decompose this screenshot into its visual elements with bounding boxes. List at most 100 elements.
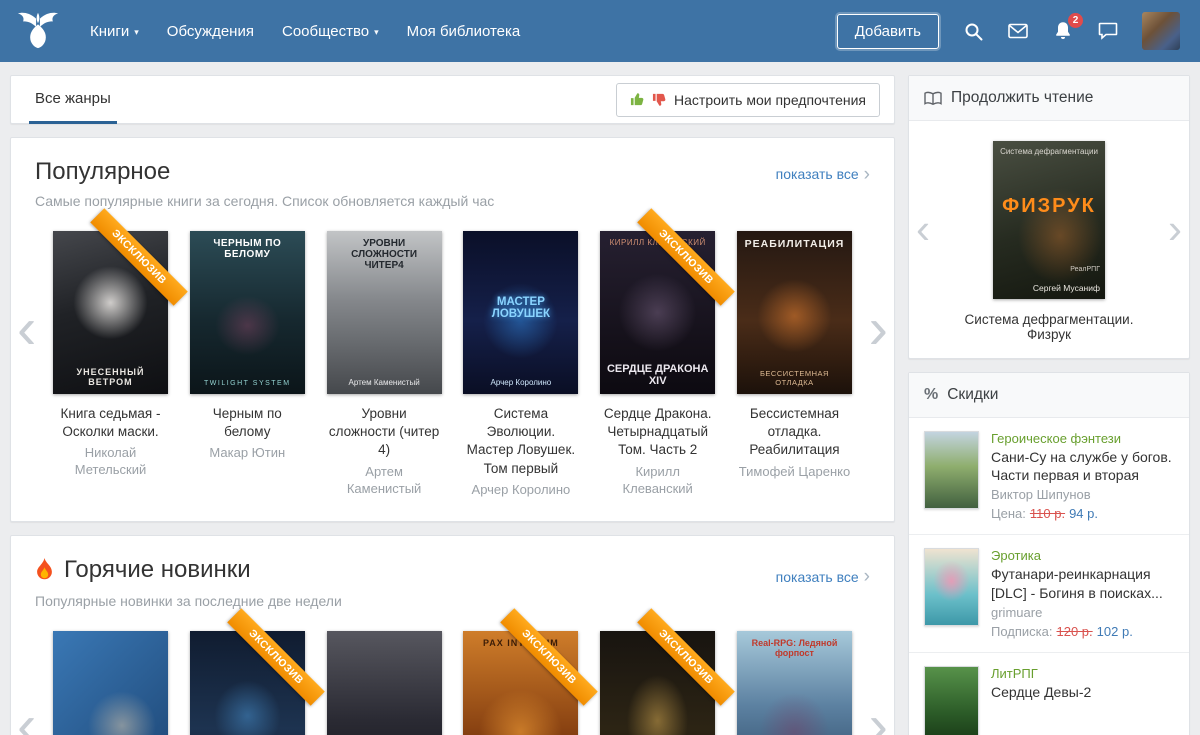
book-title[interactable]: Уровни сложности (читер 4) [327, 405, 442, 460]
book-card: РЕАБИЛИТАЦИЯ БЕССИСТЕМНАЯ ОТЛАДКА Бессис… [736, 231, 852, 499]
book-title[interactable]: Сердце Дракона. Четырнадцатый Том. Часть… [600, 405, 715, 460]
book-cover[interactable]: ЭКСКЛЮЗИВ [189, 608, 325, 735]
hot-section-subtitle: Популярные новинки за последние две неде… [35, 593, 342, 610]
cover-art-text: ФИЗРУК [1002, 194, 1096, 217]
new-price: 102 р. [1096, 623, 1133, 639]
book-title[interactable]: Футанари-реинкарнация [DLC] - Богиня в п… [991, 565, 1174, 601]
new-price: 94 р. [1069, 506, 1098, 522]
hot-section-title-text: Горячие новинки [64, 555, 251, 583]
book-cover[interactable]: Real-RPG: Ледяной форпост [736, 631, 852, 735]
chevron-right-icon: › [1168, 205, 1182, 252]
book-author[interactable]: Арчер Королино [463, 482, 578, 499]
show-all-link[interactable]: показать все › [776, 567, 870, 586]
chevron-right-icon: › [863, 163, 870, 185]
cover-art-text: МАСТЕР ЛОВУШЕК [491, 296, 551, 321]
book-thumbnail[interactable] [924, 665, 979, 735]
book-cover[interactable]: УРОВНИ СЛОЖНОСТИ ЧИТЕР4 Артем Каменистый [326, 231, 442, 394]
nav-item-discussions[interactable]: Обсуждения [153, 0, 268, 62]
cover-art-text: Сергей Мусаниф [1032, 283, 1100, 293]
book-author[interactable]: Макар Ютин [190, 445, 305, 462]
carousel-next-button[interactable]: › [869, 636, 888, 735]
chevron-right-icon: › [868, 295, 888, 361]
book-thumbnail[interactable] [924, 431, 979, 509]
flame-icon [35, 557, 54, 582]
site-logo[interactable] [12, 7, 64, 55]
book-author[interactable]: Тимофей Царенко [737, 464, 852, 481]
nav-item-community[interactable]: Сообщество ▾ [268, 0, 393, 62]
top-navbar: Книги ▾ Обсуждения Сообщество ▾ Моя библ… [0, 0, 1200, 62]
tab-all-genres[interactable]: Все жанры [29, 75, 117, 124]
price-label: Подписка: [991, 623, 1053, 639]
chat-icon[interactable] [1097, 20, 1119, 42]
book-thumbnail[interactable] [924, 548, 979, 627]
carousel-prev-button[interactable]: ‹ [17, 238, 36, 418]
exclusive-ribbon: ЭКСКЛЮЗИВ [637, 208, 735, 306]
book-card: ЭКСКЛЮЗИВ [600, 608, 735, 735]
book-card: ЭКСКЛЮЗИВ КИРИЛЛ КЛЕВАНСКИЙ СЕРДЦЕ ДРАКО… [600, 208, 735, 499]
continue-reading-card: Продолжить чтение Система дефрагментации… [908, 75, 1190, 359]
cover-art-text: БЕССИСТЕМНАЯ ОТЛАДКА [759, 369, 829, 387]
popular-section-title: Популярное [35, 158, 171, 185]
mail-icon[interactable] [1007, 20, 1029, 42]
user-avatar[interactable] [1142, 12, 1180, 50]
carousel-next-button[interactable]: › [869, 238, 888, 418]
book-card: Real-RPG: Ледяной форпост [736, 631, 852, 735]
book-title[interactable]: Сани-Су на службе у богов. Части первая … [991, 448, 1174, 484]
nav-item-my-library[interactable]: Моя библиотека [393, 0, 535, 62]
content-column: Все жанры Настроить мои предпочтения Поп… [10, 75, 895, 735]
book-cover[interactable]: ЧЕРНЫМ ПО БЕЛОМУ TWILIGHT SYSTEM [189, 231, 305, 394]
discount-item: Эротика Футанари-реинкарнация [DLC] - Бо… [909, 534, 1189, 651]
book-author[interactable]: Николай Метельский [53, 445, 168, 479]
show-all-label: показать все [775, 568, 859, 585]
cover-art-text: РеалРПГ [1070, 266, 1100, 273]
add-button[interactable]: Добавить [836, 13, 939, 49]
genre-link[interactable]: ЛитРПГ [991, 666, 1091, 681]
chevron-left-icon: ‹ [17, 693, 37, 735]
book-cover[interactable] [53, 631, 168, 735]
book-title[interactable]: Черным по белому [190, 405, 305, 441]
book-author: grimuare [991, 604, 1043, 620]
exclusive-ribbon: ЭКСКЛЮЗИВ [90, 208, 188, 306]
preferences-button[interactable]: Настроить мои предпочтения [616, 82, 880, 117]
book-title[interactable]: Книга седьмая - Осколки маски. [53, 405, 168, 441]
book-author[interactable]: Артем Каменистый [327, 464, 442, 498]
price-label: Цена: [991, 506, 1026, 522]
book-card: ЭКСКЛЮЗИВ УНЕСЕННЫЙ ВЕТРОМ Книга седьмая… [53, 208, 188, 499]
book-cover[interactable]: ЭКСКЛЮЗИВ КИРИЛЛ КЛЕВАНСКИЙ СЕРДЦЕ ДРАКО… [600, 208, 735, 394]
book-cover[interactable]: МАСТЕР ЛОВУШЕК Арчер Королино [463, 231, 579, 394]
book-cover[interactable]: ЭКСКЛЮЗИВ PAX INTERIUM [463, 608, 599, 735]
discount-item: Героическое фэнтези Сани-Су на службе у … [909, 418, 1189, 534]
carousel-prev-button[interactable]: ‹ [916, 149, 930, 309]
nav-item-books[interactable]: Книги ▾ [76, 0, 153, 62]
continue-reading-cover[interactable]: Система дефрагментации ФИЗРУК РеалРПГ Се… [993, 141, 1105, 299]
genre-link[interactable]: Эротика [991, 548, 1174, 563]
book-author[interactable]: Кирилл Клеванский [600, 464, 715, 498]
book-cover[interactable]: ЭКСКЛЮЗИВ [600, 608, 735, 735]
caret-down-icon: ▾ [374, 26, 379, 37]
exclusive-ribbon: ЭКСКЛЮЗИВ [637, 608, 735, 707]
continue-reading-title: Продолжить чтение [951, 89, 1094, 106]
book-cover[interactable]: РЕАБИЛИТАЦИЯ БЕССИСТЕМНАЯ ОТЛАДКА [736, 231, 852, 394]
book-cover[interactable]: ЭКСКЛЮЗИВ УНЕСЕННЫЙ ВЕТРОМ [53, 208, 188, 394]
nav-item-label: Сообщество [281, 22, 370, 40]
book-title[interactable]: Бессистемная отладка. Реабилитация [737, 405, 852, 460]
show-all-link[interactable]: показать все › [776, 165, 870, 184]
carousel-next-button[interactable]: › [1168, 149, 1182, 309]
caret-down-icon: ▾ [134, 26, 139, 37]
book-cover[interactable] [326, 631, 442, 735]
book-title[interactable]: Сердце Девы-2 [991, 683, 1091, 701]
continue-reading-caption[interactable]: Система дефрагментации. Физрук [943, 312, 1155, 342]
eagle-logo-icon [17, 12, 59, 49]
preferences-button-label: Настроить мои предпочтения [674, 91, 866, 108]
book-card: УРОВНИ СЛОЖНОСТИ ЧИТЕР4 Артем Каменистый… [326, 231, 442, 499]
cover-art-text: Арчер Королино [490, 378, 552, 387]
carousel-prev-button[interactable]: ‹ [17, 636, 36, 735]
thumb-down-icon [652, 92, 667, 107]
book-title[interactable]: Система Эволюции. Мастер Ловушек. Том пе… [463, 405, 578, 478]
genre-tab-bar: Все жанры Настроить мои предпочтения [10, 75, 895, 124]
bell-icon[interactable]: 2 [1052, 13, 1083, 42]
thumb-up-icon [630, 92, 645, 107]
search-icon[interactable] [962, 20, 984, 42]
cover-art-text: РЕАБИЛИТАЦИЯ [744, 238, 845, 250]
genre-link[interactable]: Героическое фэнтези [991, 431, 1174, 446]
